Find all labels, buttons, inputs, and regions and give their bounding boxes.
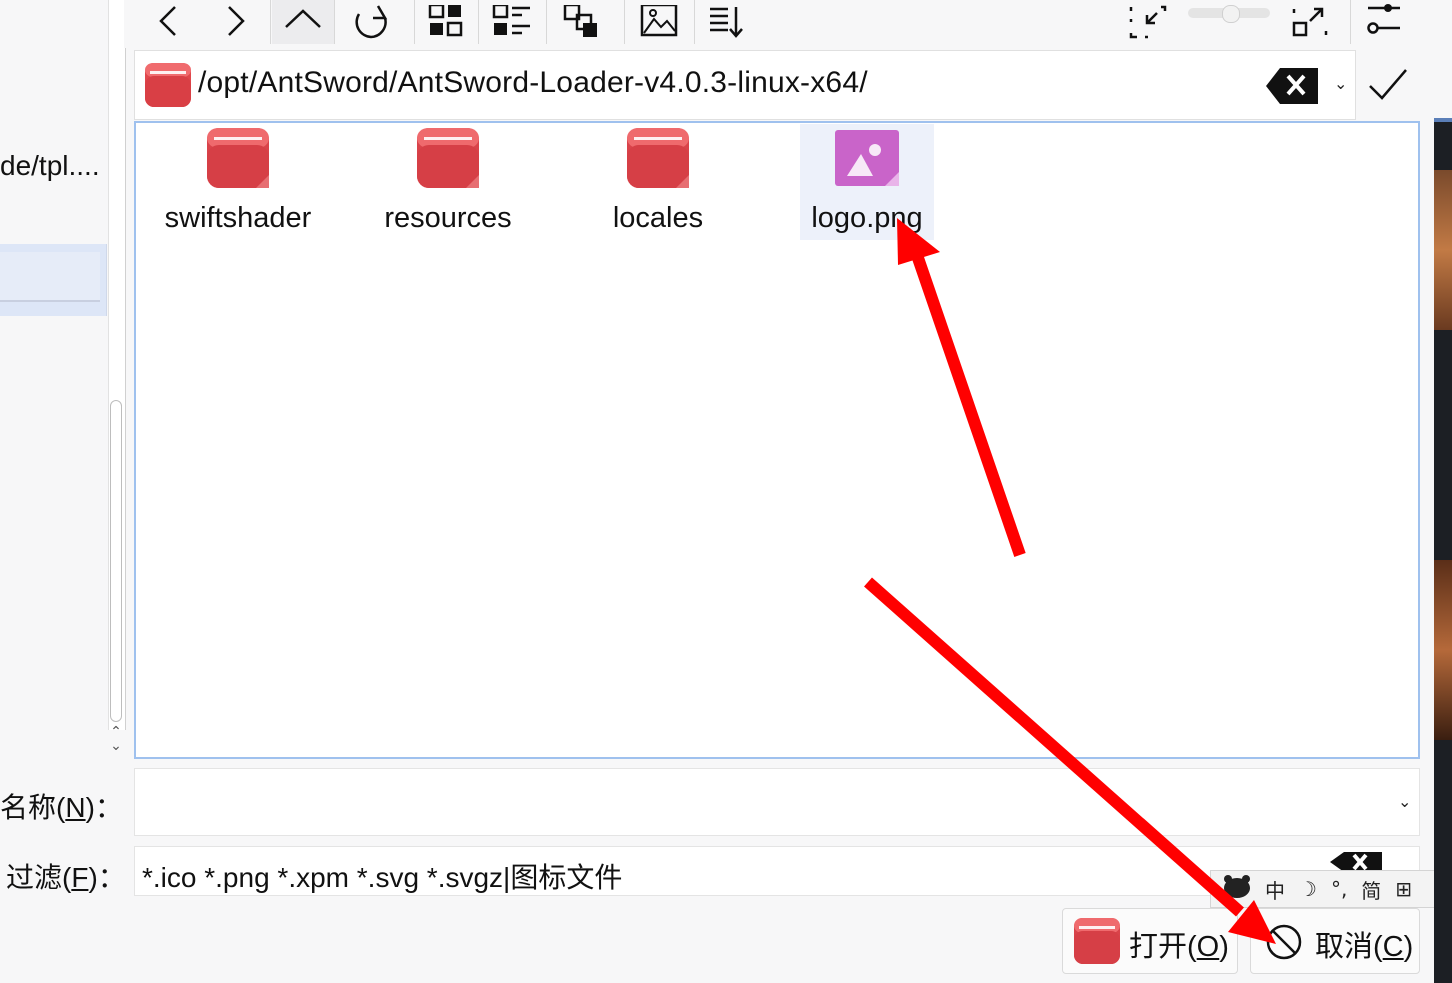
- expand-icon: [1292, 7, 1328, 37]
- detail-view-button[interactable]: [486, 0, 538, 44]
- icon-view-button[interactable]: [422, 0, 470, 44]
- name-field-label: 名称(N)：: [0, 792, 123, 823]
- file-item-locales[interactable]: locales: [578, 126, 738, 238]
- sort-icon: [710, 7, 743, 38]
- confirm-path-button[interactable]: [1366, 64, 1410, 109]
- reload-button[interactable]: [344, 0, 398, 44]
- clear-address-button[interactable]: [1266, 68, 1318, 109]
- desktop-background: [1434, 0, 1452, 983]
- address-path-text[interactable]: /opt/AntSword/AntSword-Loader-v4.0.3-lin…: [198, 66, 868, 100]
- cancel-button[interactable]: 取消(C): [1250, 908, 1420, 974]
- folder-icon: [144, 62, 192, 113]
- folder-icon: [416, 126, 480, 195]
- open-button-label: 打开(O): [1129, 931, 1229, 963]
- settings-sliders-icon: [1367, 4, 1400, 34]
- file-name: resources: [384, 202, 512, 234]
- places-sidebar: [0, 0, 108, 760]
- ime-chinese-mode[interactable]: 中: [1265, 875, 1285, 904]
- shrink-icon: [1129, 5, 1167, 39]
- backspace-clear-icon: [1266, 68, 1318, 104]
- sidebar-scrollbar-thumb[interactable]: [110, 400, 122, 722]
- tree-view-icon: [563, 5, 597, 37]
- parent-folder-button[interactable]: [272, 0, 334, 44]
- address-dropdown-chevron-icon[interactable]: ⌄: [1334, 74, 1347, 94]
- folder-icon: [206, 126, 270, 195]
- options-button[interactable]: [1360, 0, 1408, 44]
- file-item-swiftshader[interactable]: swiftshader: [158, 126, 318, 238]
- file-name: logo.png: [811, 202, 923, 234]
- ime-menu-icon[interactable]: ⊞: [1395, 877, 1412, 901]
- ime-punctuation-icon[interactable]: °,: [1331, 877, 1347, 901]
- back-button[interactable]: [144, 0, 192, 44]
- preview-button[interactable]: [634, 0, 684, 44]
- file-item-logo[interactable]: logo.png: [800, 124, 934, 240]
- checkmark-icon: [1369, 69, 1407, 100]
- zoom-in-button[interactable]: [1286, 0, 1334, 44]
- name-dropdown-chevron-icon[interactable]: ⌄: [1398, 792, 1411, 812]
- ime-halfwidth-icon[interactable]: ☽: [1299, 877, 1317, 901]
- zoom-slider[interactable]: [1188, 5, 1270, 23]
- file-item-resources[interactable]: resources: [368, 126, 528, 238]
- chevron-up-icon: [285, 9, 321, 28]
- reload-icon: [355, 5, 388, 39]
- forward-button[interactable]: [212, 0, 260, 44]
- open-button[interactable]: 打开(O): [1062, 908, 1238, 974]
- file-name: locales: [612, 202, 704, 234]
- toolbar: [124, 0, 1434, 48]
- detail-view-icon: [492, 5, 530, 35]
- file-view[interactable]: [134, 121, 1420, 759]
- file-name-input[interactable]: [134, 768, 1420, 836]
- filter-input-value[interactable]: *.ico *.png *.xpm *.svg *.svgz|图标文件: [142, 856, 622, 896]
- zoom-out-button[interactable]: [1124, 0, 1170, 44]
- icon-view-icon: [428, 5, 463, 37]
- sidebar-path-text[interactable]: de/tpl....: [0, 150, 100, 182]
- scroll-down-arrow-icon[interactable]: ⌄: [108, 738, 124, 752]
- chevron-left-icon: [159, 6, 176, 36]
- chevron-right-icon: [228, 6, 245, 36]
- sidebar-selected-item[interactable]: [0, 244, 107, 316]
- folder-icon: [1073, 917, 1121, 970]
- tree-view-button[interactable]: [554, 0, 606, 44]
- cancel-button-label: 取消(C): [1315, 931, 1414, 963]
- zoom-slider-handle[interactable]: [1222, 5, 1240, 23]
- folder-icon: [626, 126, 690, 195]
- ime-simplified-mode[interactable]: 简: [1361, 875, 1381, 904]
- cancel-icon: [1265, 923, 1303, 966]
- file-name: swiftshader: [164, 202, 312, 234]
- image-preview-icon: [640, 5, 678, 37]
- backspace-clear-icon: [1330, 852, 1382, 872]
- ime-toolbar[interactable]: 中 ☽ °, 简 ⊞: [1210, 870, 1452, 908]
- filter-field-label: 过滤(F)：: [6, 862, 126, 893]
- ime-logo-icon[interactable]: [1223, 874, 1251, 904]
- image-file-icon: [835, 130, 899, 191]
- sort-button[interactable]: [702, 0, 752, 44]
- scroll-up-arrow-icon[interactable]: ⌃: [108, 724, 124, 738]
